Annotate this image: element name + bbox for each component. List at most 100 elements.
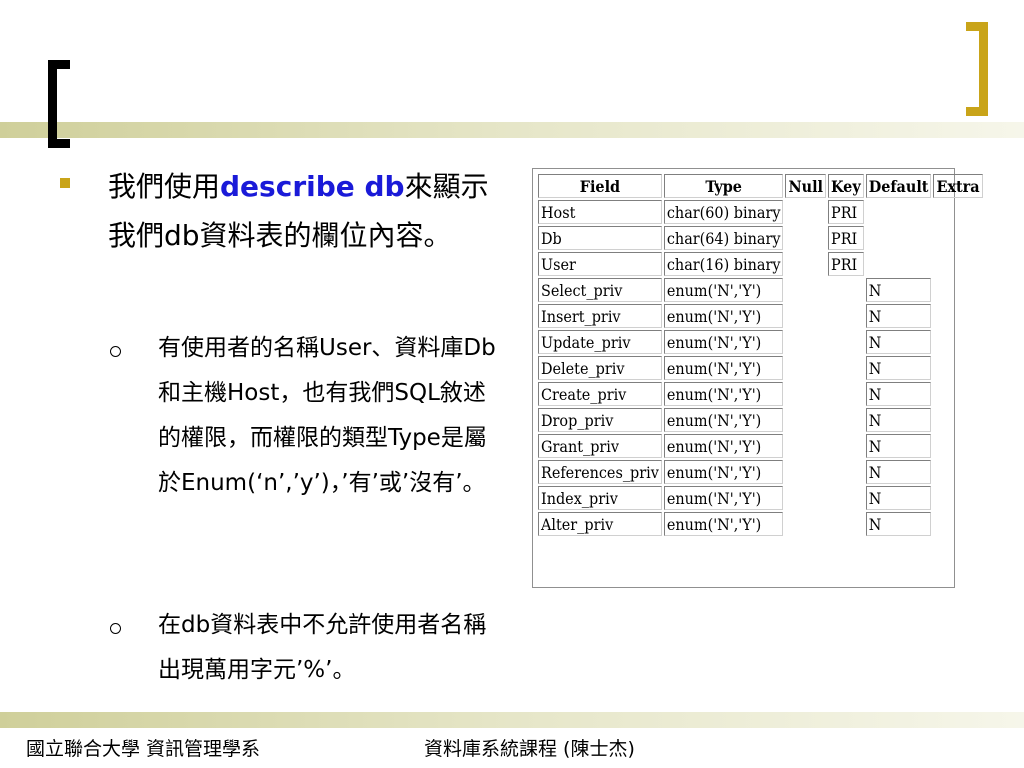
table-header-row: Field Type Null Key Default Extra	[538, 174, 983, 198]
bottom-decorative-line	[0, 712, 1024, 728]
cell-null	[785, 408, 826, 432]
cell-field: Delete_priv	[538, 356, 662, 380]
top-decorative-line	[0, 122, 1024, 138]
cell-type: enum('N','Y')	[663, 460, 784, 484]
header-default: Default	[865, 174, 932, 198]
cell-extra	[933, 382, 982, 406]
cell-extra	[933, 278, 982, 302]
cell-default	[866, 200, 932, 224]
cell-key	[828, 278, 864, 302]
cell-default: N	[865, 486, 932, 510]
table-row: Drop_priv enum('N','Y') N	[538, 408, 983, 432]
table-row: Update_priv enum('N','Y') N	[538, 330, 983, 354]
header-field: Field	[538, 174, 662, 198]
cell-extra	[933, 200, 982, 224]
cell-null	[785, 200, 826, 224]
describe-table-image: Field Type Null Key Default Extra Host ch…	[532, 168, 983, 588]
cell-null	[785, 278, 826, 302]
cell-type: enum('N','Y')	[663, 486, 784, 510]
sub-bullet-1: 有使用者的名稱User、資料庫Db和主機Host，也有我們SQL敘述的權限，而權…	[158, 335, 496, 496]
cell-extra	[933, 356, 982, 380]
cell-key	[828, 408, 864, 432]
footer-department: 國立聯合大學 資訊管理學系	[26, 738, 261, 760]
cell-key	[828, 356, 864, 380]
sub-bullet-2: 在db資料表中不允許使用者名稱出現萬用字元’%’。	[158, 612, 487, 683]
table-row: Insert_priv enum('N','Y') N	[538, 304, 983, 328]
cell-field: Update_priv	[538, 330, 662, 354]
cell-extra	[933, 330, 982, 354]
cell-null	[785, 330, 826, 354]
cell-default	[866, 226, 932, 250]
table-row: Select_priv enum('N','Y') N	[538, 278, 983, 302]
table-body: Host char(60) binary PRI Db char(64) binary P…	[538, 200, 983, 536]
right-bracket-decoration	[966, 22, 988, 116]
describe-keyword: describe db	[220, 170, 405, 203]
cell-field: Alter_priv	[538, 512, 662, 536]
cell-extra	[933, 460, 982, 484]
cell-null	[785, 486, 826, 510]
cell-key: PRI	[828, 252, 864, 276]
cell-key	[828, 460, 864, 484]
header-type: Type	[663, 174, 784, 198]
cell-type: enum('N','Y')	[663, 278, 784, 302]
cell-default: N	[865, 460, 932, 484]
cell-default: N	[865, 512, 932, 536]
describe-table: Field Type Null Key Default Extra Host ch…	[536, 172, 985, 538]
cell-extra	[933, 512, 982, 536]
cell-field: Host	[538, 200, 662, 224]
table-row: Host char(60) binary PRI	[538, 200, 983, 224]
table-row: Index_priv enum('N','Y') N	[538, 486, 983, 510]
cell-extra	[933, 434, 982, 458]
cell-field: Create_priv	[538, 382, 662, 406]
cell-field: Drop_priv	[538, 408, 662, 432]
cell-default: N	[865, 382, 932, 406]
cell-null	[785, 356, 826, 380]
table-row: User char(16) binary PRI	[538, 252, 983, 276]
cell-default: N	[865, 408, 932, 432]
header-key: Key	[828, 174, 864, 198]
cell-extra	[933, 486, 982, 510]
table-row: References_priv enum('N','Y') N	[538, 460, 983, 484]
cell-key: PRI	[828, 200, 864, 224]
cell-null	[785, 226, 826, 250]
cell-field: Insert_priv	[538, 304, 662, 328]
cell-default: N	[865, 278, 932, 302]
cell-default: N	[865, 434, 932, 458]
cell-extra	[933, 226, 982, 250]
cell-default: N	[865, 356, 932, 380]
cell-type: enum('N','Y')	[663, 434, 784, 458]
table-row: Alter_priv enum('N','Y') N	[538, 512, 983, 536]
cell-extra	[933, 304, 982, 328]
main-bullet-prefix: 我們使用	[108, 170, 221, 203]
cell-field: Index_priv	[538, 486, 662, 510]
left-bracket-decoration	[48, 60, 70, 148]
cell-key: PRI	[828, 226, 864, 250]
cell-key	[828, 434, 864, 458]
table-row: Db char(64) binary PRI	[538, 226, 983, 250]
circle-bullet-icon	[110, 623, 121, 634]
cell-default	[866, 252, 932, 276]
circle-bullet-icon	[110, 346, 121, 357]
main-bullet-text: 我們使用describe db來顯示我們db資料表的欄位內容。	[108, 162, 508, 260]
cell-null	[785, 512, 826, 536]
cell-type: enum('N','Y')	[663, 330, 784, 354]
footer-course: 資料庫系統課程 (陳士杰)	[424, 738, 635, 760]
cell-key	[828, 382, 864, 406]
cell-key	[828, 304, 864, 328]
cell-field: Grant_priv	[538, 434, 662, 458]
header-extra: Extra	[933, 174, 983, 198]
cell-null	[785, 460, 826, 484]
cell-extra	[933, 408, 982, 432]
cell-type: char(64) binary	[663, 226, 784, 250]
cell-type: enum('N','Y')	[663, 408, 784, 432]
table-row: Grant_priv enum('N','Y') N	[538, 434, 983, 458]
cell-field: References_priv	[538, 460, 662, 484]
cell-null	[785, 304, 826, 328]
cell-type: char(16) binary	[663, 252, 784, 276]
cell-key	[828, 330, 864, 354]
cell-extra	[933, 252, 982, 276]
cell-default: N	[865, 304, 932, 328]
cell-type: enum('N','Y')	[663, 356, 784, 380]
cell-null	[785, 252, 826, 276]
cell-type: enum('N','Y')	[663, 382, 784, 406]
